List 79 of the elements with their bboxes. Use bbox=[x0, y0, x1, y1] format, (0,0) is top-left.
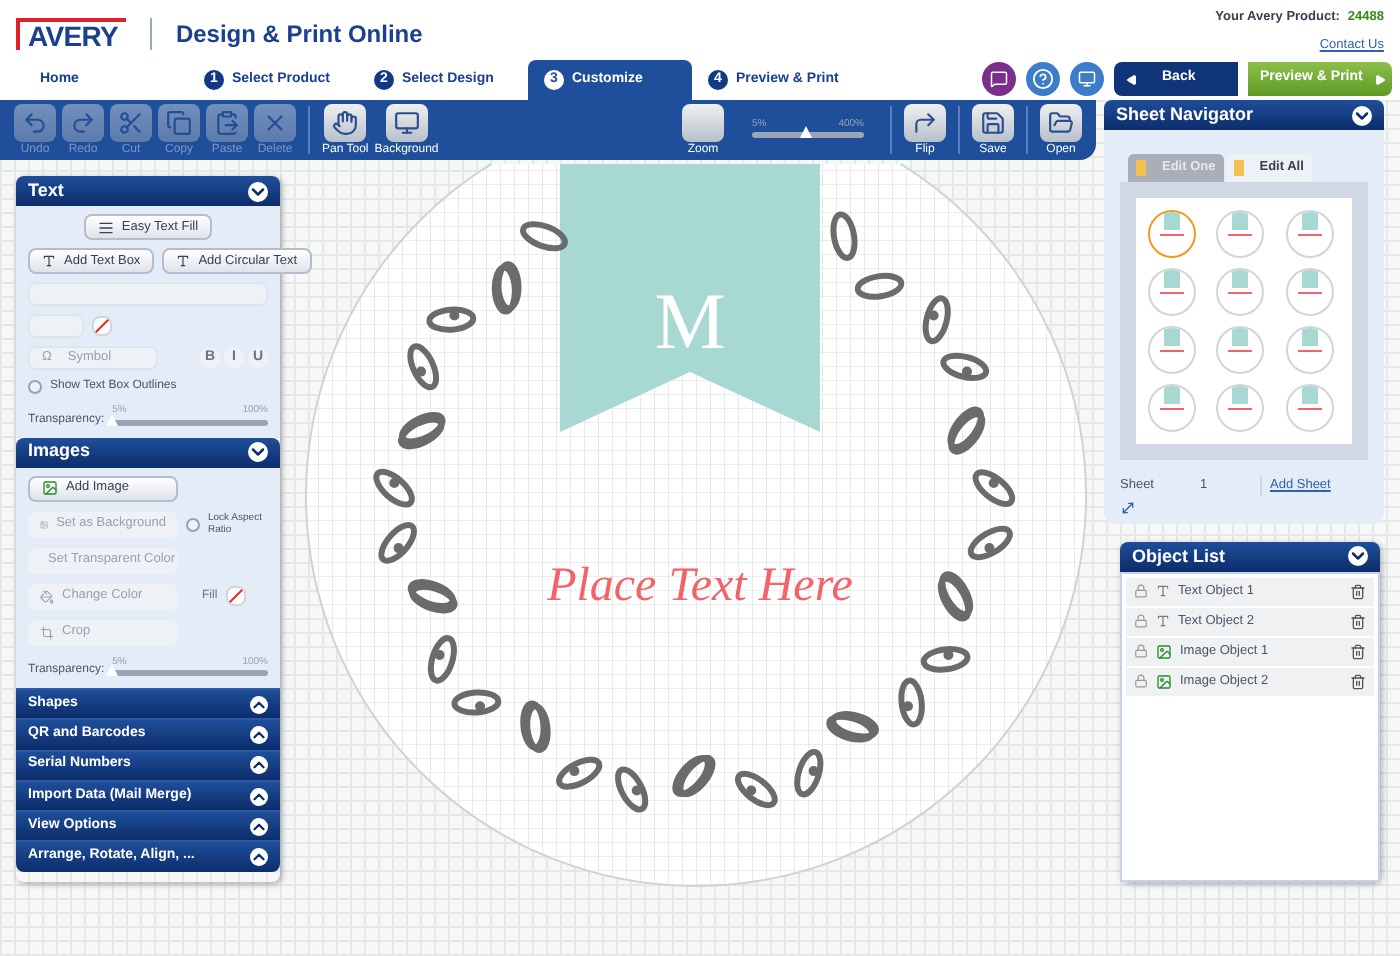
slider-track[interactable] bbox=[112, 670, 268, 676]
trash-icon[interactable] bbox=[1350, 583, 1366, 600]
app-title: Design & Print Online bbox=[175, 18, 423, 52]
help-icon[interactable] bbox=[1026, 62, 1060, 96]
crop-icon bbox=[40, 625, 54, 639]
right-triangle-icon bbox=[1374, 73, 1387, 85]
folder-icon bbox=[1040, 103, 1082, 141]
label-thumbnail[interactable] bbox=[1148, 210, 1196, 258]
label-thumbnail[interactable] bbox=[1285, 384, 1334, 432]
text-icon bbox=[176, 254, 191, 268]
close-icon bbox=[254, 103, 296, 141]
resize-icon[interactable] bbox=[1120, 499, 1136, 516]
redo-icon bbox=[62, 103, 104, 141]
label-thumbnail[interactable] bbox=[1148, 326, 1196, 374]
ribbon-banner[interactable] bbox=[560, 164, 820, 432]
image-icon bbox=[42, 480, 58, 496]
lock-icon[interactable] bbox=[1134, 614, 1148, 629]
color-swatch-icon[interactable] bbox=[92, 316, 112, 336]
label-thumbnail[interactable] bbox=[1148, 384, 1196, 432]
section-title: Images bbox=[28, 438, 91, 465]
section-header[interactable]: Object List bbox=[1120, 541, 1380, 572]
checkbox[interactable] bbox=[186, 517, 200, 531]
label-thumbnail[interactable] bbox=[1216, 210, 1265, 258]
slider-thumb[interactable] bbox=[799, 126, 812, 139]
collapse-icon bbox=[248, 181, 268, 201]
text-icon bbox=[42, 254, 56, 268]
section-title: Sheet Navigator bbox=[1116, 101, 1254, 128]
trash-icon[interactable] bbox=[1350, 673, 1366, 690]
expand-icon bbox=[250, 787, 268, 806]
trash-icon[interactable] bbox=[1350, 613, 1366, 630]
checkbox[interactable] bbox=[28, 380, 42, 394]
text-icon bbox=[1156, 584, 1170, 599]
screen-icon[interactable] bbox=[1070, 62, 1104, 96]
collapse-icon bbox=[1348, 546, 1368, 567]
paste-icon bbox=[206, 103, 248, 141]
lines-icon bbox=[97, 219, 114, 235]
expand-icon bbox=[250, 725, 268, 744]
image-icon bbox=[1156, 673, 1172, 690]
paint-bucket-icon bbox=[40, 589, 54, 603]
expand-icon bbox=[250, 695, 268, 714]
label-thumbnail[interactable] bbox=[1285, 210, 1334, 258]
section-title: Object List bbox=[1132, 543, 1226, 570]
lock-icon[interactable] bbox=[1134, 644, 1148, 659]
slider-track[interactable] bbox=[752, 132, 864, 139]
label-thumbnail[interactable] bbox=[1216, 268, 1265, 316]
monitor-icon bbox=[385, 103, 428, 141]
image-icon bbox=[1156, 643, 1172, 660]
chat-icon[interactable] bbox=[982, 62, 1016, 96]
section-header[interactable]: Images bbox=[16, 437, 280, 467]
sheet-icon bbox=[1233, 160, 1244, 176]
label-thumbnail[interactable] bbox=[1285, 268, 1334, 316]
color-swatch-icon[interactable] bbox=[225, 586, 246, 606]
expand-icon bbox=[250, 817, 268, 836]
section-header[interactable]: Sheet Navigator bbox=[1104, 100, 1384, 130]
trash-icon[interactable] bbox=[1350, 643, 1366, 660]
slider-thumb[interactable] bbox=[106, 413, 119, 425]
expand-icon bbox=[250, 848, 268, 867]
undo-icon bbox=[14, 103, 56, 141]
label-thumbnail[interactable] bbox=[1216, 384, 1265, 432]
label-thumbnail[interactable] bbox=[1285, 326, 1334, 374]
collapse-icon bbox=[248, 442, 268, 462]
label-thumbnail[interactable] bbox=[1148, 268, 1196, 316]
section-header[interactable]: Text bbox=[16, 176, 280, 206]
lock-icon[interactable] bbox=[1134, 674, 1148, 689]
image-icon bbox=[40, 517, 49, 531]
hand-icon bbox=[324, 103, 367, 141]
scissors-icon bbox=[110, 103, 152, 141]
sheet-icon bbox=[1136, 160, 1146, 176]
expand-icon bbox=[250, 756, 268, 775]
slider-track[interactable] bbox=[112, 419, 268, 425]
section-title: Text bbox=[28, 177, 64, 204]
slider-thumb[interactable] bbox=[106, 664, 119, 676]
collapse-icon bbox=[1352, 105, 1372, 125]
label-thumbnail[interactable] bbox=[1216, 326, 1265, 374]
logo[interactable]: AVERY bbox=[16, 18, 126, 50]
left-triangle-icon bbox=[1126, 73, 1138, 85]
lock-icon[interactable] bbox=[1134, 584, 1148, 599]
text-icon bbox=[1156, 614, 1170, 629]
copy-icon bbox=[158, 103, 200, 141]
